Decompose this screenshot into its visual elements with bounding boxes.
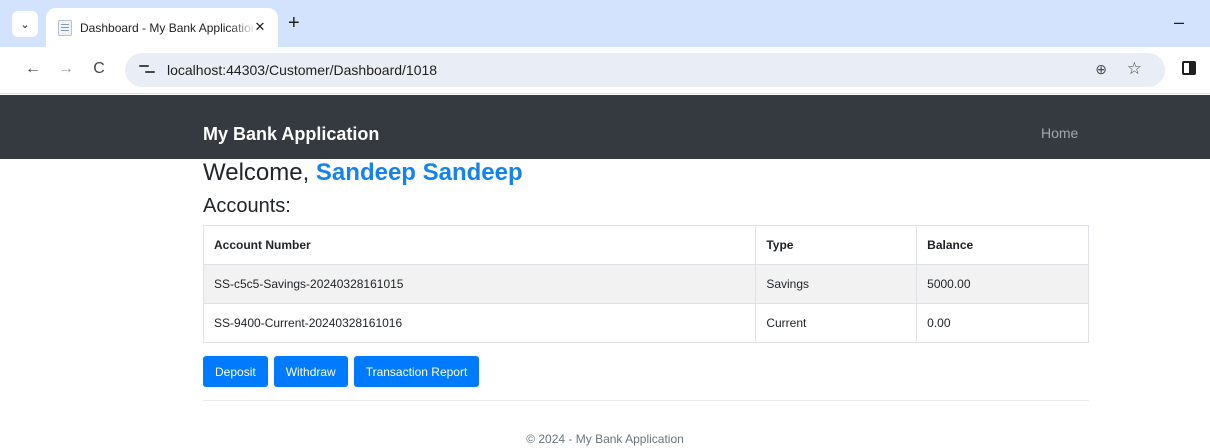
close-icon[interactable]: ✕	[252, 19, 268, 35]
table-row: SS-9400-Current-20240328161016 Current 0…	[202, 303, 1089, 343]
side-panel-icon[interactable]	[1182, 61, 1196, 75]
browser-tab-active[interactable]: Dashboard - My Bank Application ✕	[46, 8, 278, 47]
transaction-report-button[interactable]: Transaction Report	[353, 356, 480, 387]
tab-title: Dashboard - My Bank Application	[80, 20, 256, 35]
withdraw-button[interactable]: Withdraw	[273, 356, 348, 387]
site-navbar: My Bank Application Home	[0, 95, 1210, 159]
accounts-heading: Accounts:	[203, 195, 291, 217]
zoom-icon[interactable]: ⊕	[1095, 61, 1107, 78]
navbar-brand[interactable]: My Bank Application	[203, 124, 379, 145]
account-balance-cell: 5000.00	[916, 264, 1089, 304]
welcome-heading: Welcome, Sandeep Sandeep	[203, 160, 523, 186]
browser-tab-strip: ⌄ Dashboard - My Bank Application ✕ + –	[0, 0, 1210, 47]
welcome-prefix: Welcome,	[203, 159, 316, 186]
column-header-type: Type	[755, 225, 918, 265]
url-text[interactable]: localhost:44303/Customer/Dashboard/1018	[167, 62, 437, 78]
tab-search-button[interactable]: ⌄	[12, 11, 38, 37]
account-balance-cell: 0.00	[916, 303, 1089, 343]
bookmark-star-icon[interactable]: ☆	[1127, 59, 1142, 79]
account-actions: Deposit Withdraw Transaction Report	[203, 356, 480, 387]
chevron-down-icon: ⌄	[20, 18, 30, 31]
column-header-account-number: Account Number	[202, 225, 757, 265]
page-favicon-icon	[58, 19, 72, 36]
footer-text: © 2024 - My Bank Application	[526, 432, 684, 446]
forward-arrow-icon[interactable]: →	[55, 59, 77, 79]
new-tab-icon[interactable]: +	[288, 13, 300, 33]
deposit-button[interactable]: Deposit	[203, 356, 268, 387]
minimize-icon[interactable]: –	[1174, 12, 1184, 33]
user-name: Sandeep Sandeep	[315, 159, 523, 186]
table-row: SS-c5c5-Savings-20240328161015 Savings 5…	[202, 264, 1089, 304]
nav-link-home[interactable]: Home	[1041, 125, 1078, 141]
account-type-cell: Savings	[755, 264, 918, 304]
account-number-cell: SS-c5c5-Savings-20240328161015	[202, 264, 757, 304]
account-number-cell: SS-9400-Current-20240328161016	[202, 303, 757, 343]
site-info-icon[interactable]	[139, 61, 155, 77]
accounts-table: Account Number Type Balance SS-c5c5-Savi…	[202, 225, 1089, 343]
reload-icon[interactable]: C	[88, 59, 110, 79]
browser-toolbar: ← → C localhost:44303/Customer/Dashboard…	[0, 47, 1210, 94]
table-header-row: Account Number Type Balance	[202, 225, 1089, 265]
footer-divider	[203, 400, 1089, 401]
column-header-balance: Balance	[916, 225, 1089, 265]
address-bar[interactable]: localhost:44303/Customer/Dashboard/1018 …	[125, 53, 1165, 87]
back-arrow-icon[interactable]: ←	[22, 59, 44, 79]
account-type-cell: Current	[755, 303, 918, 343]
